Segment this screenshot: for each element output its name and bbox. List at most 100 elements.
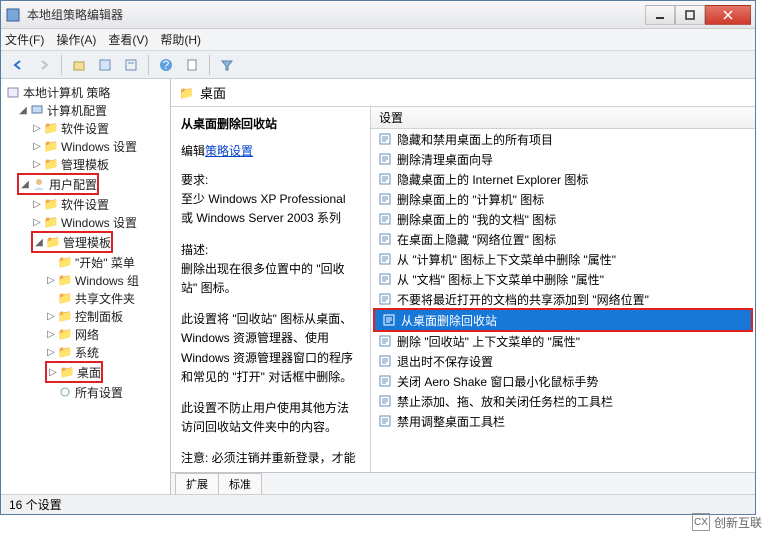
user-icon (31, 177, 47, 191)
policy-title: 从桌面删除回收站 (181, 115, 360, 132)
edit-policy-link[interactable]: 策略设置 (205, 144, 253, 158)
right-columns: 从桌面删除回收站 编辑策略设置 要求: 至少 Windows XP Profes… (171, 107, 755, 472)
tree-control-panel[interactable]: ▷📁控制面板 (3, 307, 168, 325)
expand-icon[interactable]: ▷ (31, 123, 43, 134)
tree-cc-software[interactable]: ▷📁软件设置 (3, 119, 168, 137)
setting-item[interactable]: 隐藏和禁用桌面上的所有项目 (371, 129, 755, 149)
policy-item-icon (377, 273, 393, 285)
show-hide-button[interactable] (94, 54, 116, 76)
watermark-text: 创新互联 (714, 514, 762, 531)
properties-button[interactable] (181, 54, 203, 76)
setting-item[interactable]: 从 "文档" 图标上下文菜单中删除 "属性" (371, 269, 755, 289)
export-button[interactable] (120, 54, 142, 76)
menu-file[interactable]: 文件(F) (5, 31, 44, 48)
tree-cc-templates[interactable]: ▷📁管理模板 (3, 155, 168, 173)
setting-item-label: 禁止添加、拖、放和关闭任务栏的工具栏 (397, 393, 613, 410)
req-text: 至少 Windows XP Professional 或 Windows Ser… (181, 190, 360, 228)
up-button[interactable] (68, 54, 90, 76)
folder-icon: 📁 (57, 309, 73, 323)
setting-item-label: 关闭 Aero Shake 窗口最小化鼠标手势 (397, 373, 598, 390)
expand-icon[interactable]: ▷ (45, 347, 57, 358)
setting-item[interactable]: 删除 "回收站" 上下文菜单的 "属性" (371, 331, 755, 351)
setting-item[interactable]: 从桌面删除回收站 (375, 310, 751, 330)
settings-header[interactable]: 设置 (371, 107, 755, 129)
tree-network[interactable]: ▷📁网络 (3, 325, 168, 343)
tree-cc-windows[interactable]: ▷📁Windows 设置 (3, 137, 168, 155)
expand-icon[interactable]: ▷ (31, 199, 43, 210)
back-button[interactable] (7, 54, 29, 76)
folder-icon: 📁 (45, 235, 61, 249)
expand-icon[interactable]: ▷ (31, 141, 43, 152)
expand-icon[interactable]: ▷ (31, 159, 43, 170)
menu-help[interactable]: 帮助(H) (160, 31, 201, 48)
setting-item[interactable]: 从 "计算机" 图标上下文菜单中删除 "属性" (371, 249, 755, 269)
tree-shared-folders[interactable]: 📁共享文件夹 (3, 289, 168, 307)
tree-desktop[interactable]: ▷📁桌面 (47, 363, 101, 381)
menu-view[interactable]: 查看(V) (108, 31, 148, 48)
window-title: 本地组策略编辑器 (27, 6, 645, 23)
window-buttons (645, 5, 751, 25)
tab-standard[interactable]: 标准 (218, 473, 262, 494)
collapse-icon[interactable]: ◢ (19, 179, 31, 190)
setting-item[interactable]: 删除桌面上的 "我的文档" 图标 (371, 209, 755, 229)
policy-item-icon (377, 395, 393, 407)
setting-item-label: 不要将最近打开的文档的共享添加到 "网络位置" (397, 291, 649, 308)
policy-item-icon (377, 153, 393, 165)
maximize-button[interactable] (675, 5, 705, 25)
setting-item[interactable]: 在桌面上隐藏 "网络位置" 图标 (371, 229, 755, 249)
expand-icon[interactable]: ▷ (47, 367, 59, 378)
tree-root[interactable]: 本地计算机 策略 (3, 83, 168, 101)
help-button[interactable]: ? (155, 54, 177, 76)
tree-system[interactable]: ▷📁系统 (3, 343, 168, 361)
setting-item[interactable]: 关闭 Aero Shake 窗口最小化鼠标手势 (371, 371, 755, 391)
forward-button[interactable] (33, 54, 55, 76)
tree-start-menu[interactable]: 📁"开始" 菜单 (3, 253, 168, 271)
setting-item[interactable]: 禁用调整桌面工具栏 (371, 411, 755, 431)
tab-extended[interactable]: 扩展 (175, 473, 219, 494)
tree-user-config[interactable]: ◢用户配置 (19, 175, 97, 193)
tree-uc-templates[interactable]: ◢📁管理模板 (33, 233, 111, 251)
collapse-icon[interactable]: ◢ (33, 237, 45, 248)
expand-icon[interactable]: ▷ (45, 329, 57, 340)
collapse-icon[interactable]: ◢ (17, 105, 29, 116)
tree-uc-software[interactable]: ▷📁软件设置 (3, 195, 168, 213)
expand-icon[interactable]: ▷ (31, 217, 43, 228)
folder-icon: 📁 (59, 365, 75, 379)
policy-item-icon (377, 213, 393, 225)
minimize-button[interactable] (645, 5, 675, 25)
tree-uc-windows[interactable]: ▷📁Windows 设置 (3, 213, 168, 231)
tree-windows-group[interactable]: ▷📁Windows 组 (3, 271, 168, 289)
tree-computer-config[interactable]: ◢计算机配置 (3, 101, 168, 119)
policy-item-icon (381, 314, 397, 326)
expand-icon[interactable]: ▷ (45, 275, 57, 286)
right-pane: 📁 桌面 从桌面删除回收站 编辑策略设置 要求: 至少 Windows XP P… (171, 79, 755, 494)
setting-item-label: 从 "计算机" 图标上下文菜单中删除 "属性" (397, 251, 616, 268)
expand-icon[interactable]: ▷ (45, 311, 57, 322)
setting-item-label: 删除清理桌面向导 (397, 151, 493, 168)
setting-item[interactable]: 退出时不保存设置 (371, 351, 755, 371)
desc-label: 描述: (181, 241, 360, 260)
setting-item[interactable]: 禁止添加、拖、放和关闭任务栏的工具栏 (371, 391, 755, 411)
policy-item-icon (377, 335, 393, 347)
setting-item-label: 隐藏桌面上的 Internet Explorer 图标 (397, 171, 588, 188)
tree-all-settings[interactable]: 所有设置 (3, 383, 168, 401)
setting-item[interactable]: 删除清理桌面向导 (371, 149, 755, 169)
edit-line: 编辑策略设置 (181, 142, 360, 159)
menu-action[interactable]: 操作(A) (56, 31, 96, 48)
setting-item[interactable]: 不要将最近打开的文档的共享添加到 "网络位置" (371, 289, 755, 309)
settings-list[interactable]: 隐藏和禁用桌面上的所有项目删除清理桌面向导隐藏桌面上的 Internet Exp… (371, 129, 755, 472)
folder-icon: 📁 (57, 255, 73, 269)
req-label: 要求: (181, 171, 360, 190)
setting-item-label: 隐藏和禁用桌面上的所有项目 (397, 131, 553, 148)
settings-list-panel: 设置 隐藏和禁用桌面上的所有项目删除清理桌面向导隐藏桌面上的 Internet … (371, 107, 755, 472)
filter-button[interactable] (216, 54, 238, 76)
toolbar: ? (1, 51, 755, 79)
setting-item[interactable]: 隐藏桌面上的 Internet Explorer 图标 (371, 169, 755, 189)
setting-item[interactable]: 删除桌面上的 "计算机" 图标 (371, 189, 755, 209)
tree-pane[interactable]: 本地计算机 策略 ◢计算机配置 ▷📁软件设置 ▷📁Windows 设置 ▷📁管理… (1, 79, 171, 494)
content-area: 本地计算机 策略 ◢计算机配置 ▷📁软件设置 ▷📁Windows 设置 ▷📁管理… (1, 79, 755, 494)
gpedit-window: 本地组策略编辑器 文件(F) 操作(A) 查看(V) 帮助(H) ? 本地计算机… (0, 0, 756, 515)
setting-item-label: 删除桌面上的 "我的文档" 图标 (397, 211, 556, 228)
app-icon (5, 7, 21, 23)
close-button[interactable] (705, 5, 751, 25)
